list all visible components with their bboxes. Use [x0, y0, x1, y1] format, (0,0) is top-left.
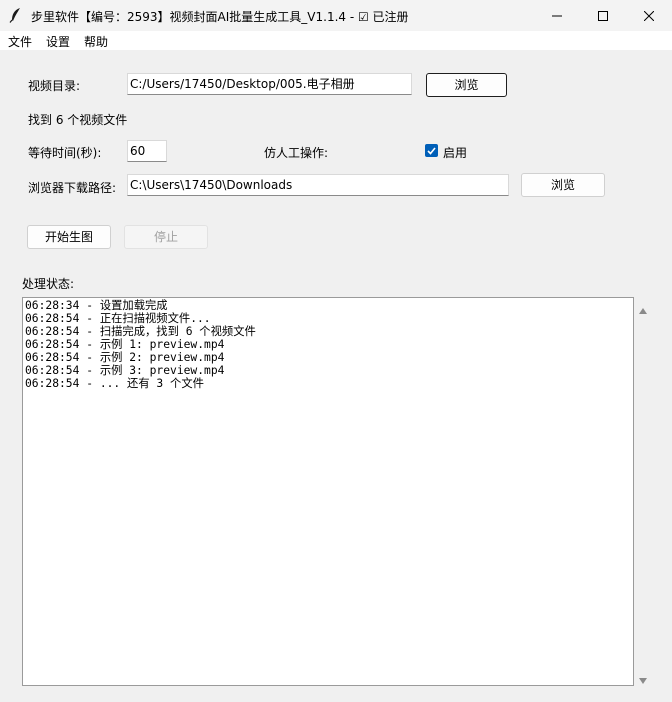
- minimize-icon: [552, 11, 562, 21]
- status-label: 处理状态:: [22, 277, 75, 291]
- video-dir-label: 视频目录:: [28, 79, 81, 93]
- log-line: 06:28:34 - 设置加载完成: [25, 299, 168, 312]
- log-line: 06:28:54 - ... 还有 3 个文件: [25, 377, 204, 390]
- checkmark-icon: [427, 144, 436, 158]
- feather-icon: [9, 7, 23, 23]
- close-icon: [644, 10, 654, 21]
- close-button[interactable]: [626, 0, 672, 31]
- log-line: 06:28:54 - 正在扫描视频文件...: [25, 312, 211, 325]
- log-scrollbar[interactable]: [635, 297, 651, 686]
- log-line: 06:28:54 - 示例 1: preview.mp4: [25, 338, 225, 351]
- log-line: 06:28:54 - 扫描完成，找到 6 个视频文件: [25, 325, 256, 338]
- log-line: 06:28:54 - 示例 3: preview.mp4: [25, 364, 225, 377]
- browse-download-button[interactable]: 浏览: [521, 173, 605, 197]
- maximize-icon: [598, 10, 608, 21]
- menu-help[interactable]: 帮助: [84, 33, 108, 50]
- minimize-button[interactable]: [534, 0, 580, 31]
- download-path-input[interactable]: C:\Users\17450\Downloads: [127, 174, 509, 196]
- video-dir-input[interactable]: C:/Users/17450/Desktop/005.电子相册: [127, 73, 412, 95]
- title-bar[interactable]: 步里软件【编号：2593】视频封面AI批量生成工具_V1.1.4 - ☑ 已注册: [0, 0, 672, 31]
- maximize-button[interactable]: [580, 0, 626, 31]
- status-log[interactable]: 06:28:34 - 设置加载完成 06:28:54 - 正在扫描视频文件...…: [22, 297, 634, 686]
- log-line: 06:28:54 - 示例 2: preview.mp4: [25, 351, 225, 364]
- stop-button[interactable]: 停止: [124, 225, 208, 249]
- main-panel: 视频目录: C:/Users/17450/Desktop/005.电子相册 浏览…: [0, 50, 672, 702]
- menu-settings[interactable]: 设置: [46, 33, 70, 50]
- start-button[interactable]: 开始生图: [27, 225, 111, 249]
- download-path-label: 浏览器下载路径:: [28, 181, 117, 195]
- wait-time-label: 等待时间(秒):: [28, 146, 102, 160]
- found-files-text: 找到 6 个视频文件: [28, 113, 128, 127]
- enable-checkbox[interactable]: [425, 144, 438, 157]
- wait-time-input[interactable]: 60: [127, 140, 167, 162]
- browse-video-dir-button[interactable]: 浏览: [426, 73, 507, 97]
- menu-file[interactable]: 文件: [8, 33, 32, 50]
- window-title: 步里软件【编号：2593】视频封面AI批量生成工具_V1.1.4 - ☑ 已注册: [31, 10, 409, 24]
- menu-bar: 文件 设置 帮助: [0, 31, 672, 50]
- human-mode-label: 仿人工操作:: [264, 146, 329, 160]
- enable-label[interactable]: 启用: [443, 144, 467, 161]
